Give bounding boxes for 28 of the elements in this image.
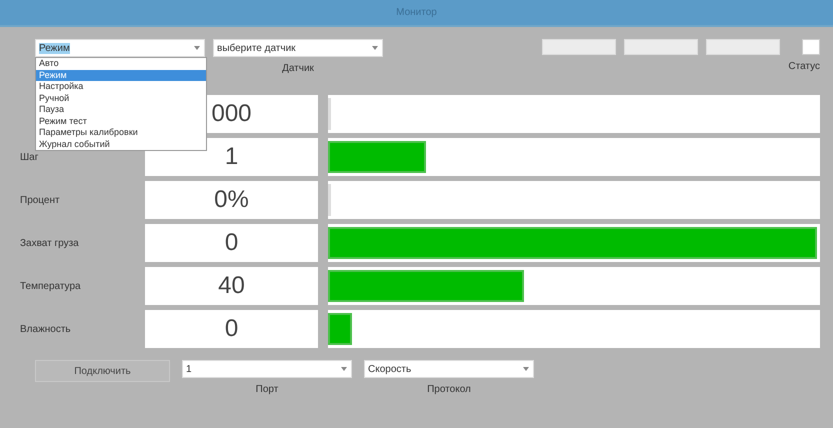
device-label: Датчик [282, 63, 314, 74]
value-display: 0 [145, 310, 318, 348]
value-display: 0 [145, 224, 318, 262]
protocol-label: Протокол [427, 384, 471, 395]
row-label: Шаг [20, 152, 38, 162]
input-field[interactable] [706, 39, 780, 55]
row-label: Температура [20, 280, 81, 292]
connect-button[interactable]: Подключить [35, 360, 170, 382]
row-label: Процент [20, 194, 60, 206]
caret-icon [522, 365, 530, 373]
dropdown-option[interactable]: Настройка [36, 81, 206, 92]
checkbox[interactable] [802, 39, 820, 55]
row-label: Захват груза [20, 238, 79, 248]
device-dropdown[interactable]: выберите датчик [213, 39, 383, 57]
mode-dropdown[interactable]: Режим [35, 39, 205, 57]
caret-icon [340, 365, 348, 373]
value-display: 40 [145, 267, 318, 305]
input-field[interactable] [542, 39, 616, 55]
value-display: 0% [145, 181, 318, 219]
row-label: Влажность [20, 324, 71, 334]
port-label: Порт [256, 384, 278, 395]
input-field[interactable] [624, 39, 698, 55]
port-dropdown[interactable]: 1 [182, 360, 352, 378]
dropdown-option[interactable]: Авто [36, 58, 206, 70]
protocol-dropdown[interactable]: Скорость [364, 360, 534, 378]
caret-icon [193, 44, 201, 52]
status-label: Статус [788, 61, 820, 72]
caret-icon [371, 44, 379, 52]
